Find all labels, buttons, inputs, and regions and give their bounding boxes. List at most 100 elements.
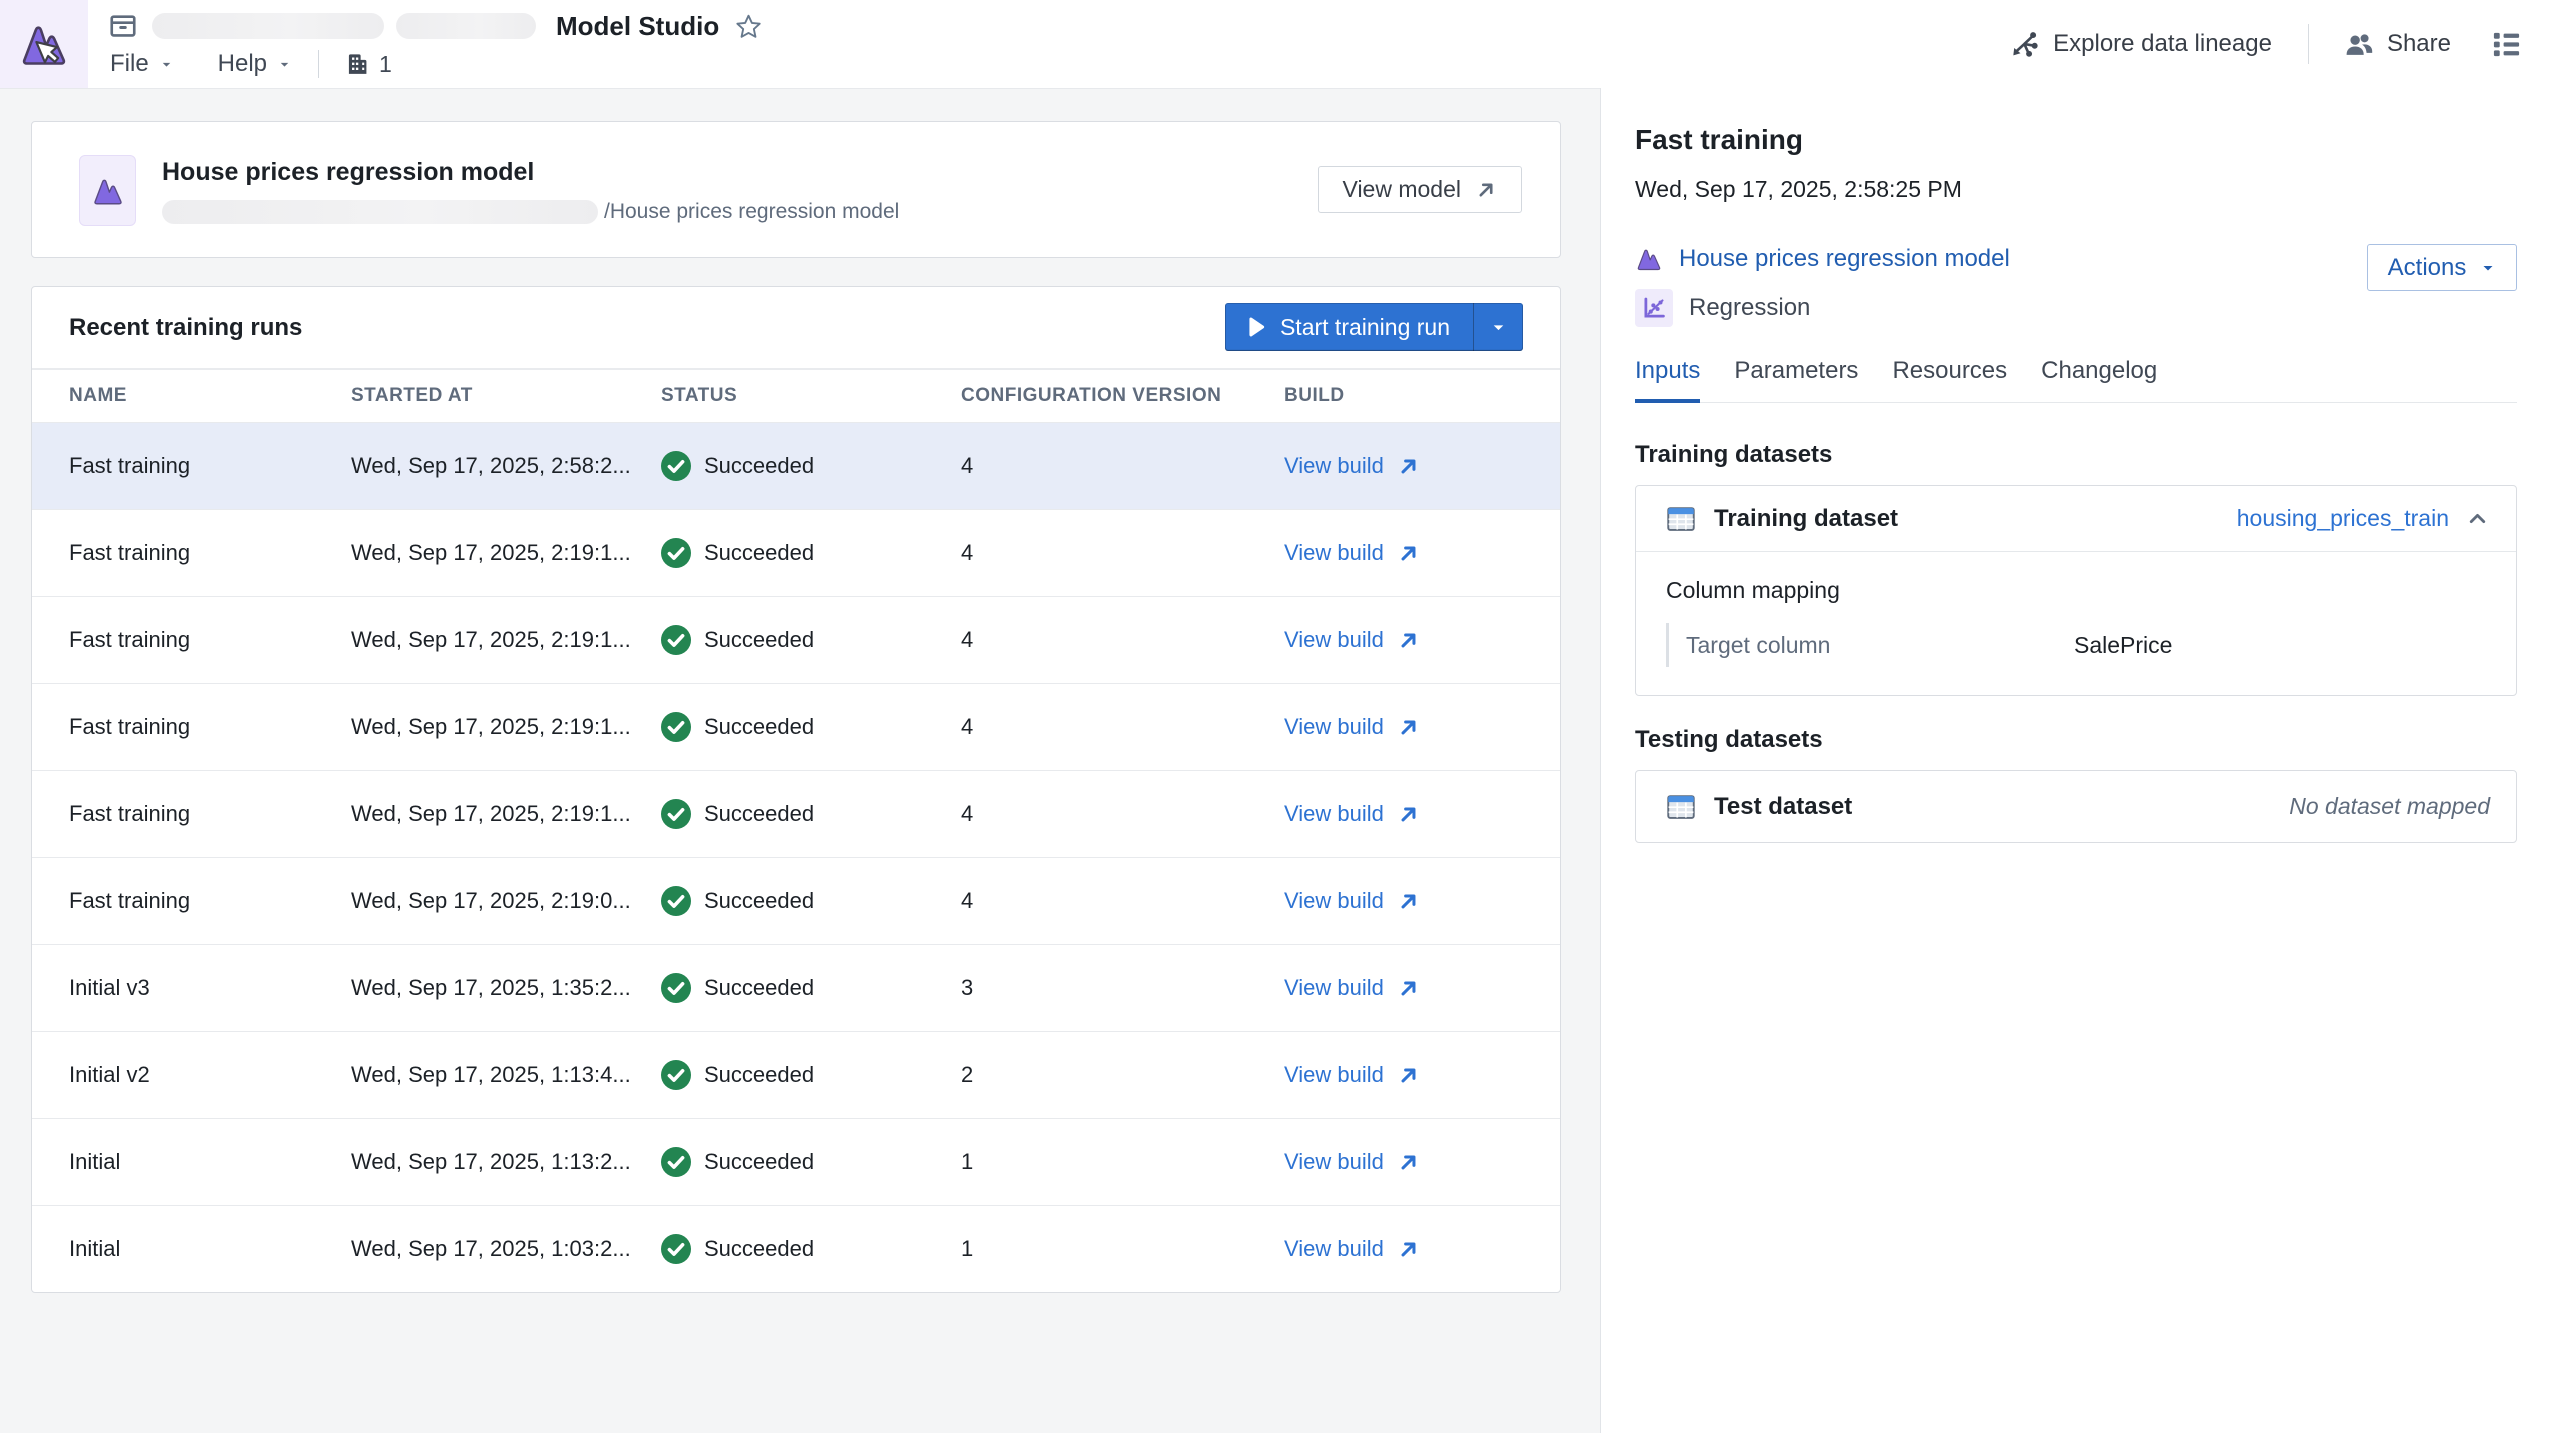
runs-header: Recent training runs Start training run — [32, 287, 1560, 368]
help-menu[interactable]: Help — [218, 50, 292, 78]
actions-button[interactable]: Actions — [2367, 244, 2517, 291]
model-link[interactable]: House prices regression model — [1679, 245, 2010, 273]
run-status: Succeeded — [661, 1234, 961, 1264]
box-icon — [108, 11, 138, 41]
table-row[interactable]: Fast training Wed, Sep 17, 2025, 2:58:2.… — [32, 422, 1560, 509]
view-build-link[interactable]: View build — [1284, 453, 1420, 479]
arrow-top-right-icon — [1397, 542, 1420, 565]
office-icon — [345, 52, 370, 77]
target-column-value: SalePrice — [2074, 632, 2172, 659]
view-build-link[interactable]: View build — [1284, 1062, 1420, 1088]
success-check-icon — [661, 973, 691, 1003]
run-started-at: Wed, Sep 17, 2025, 2:19:1... — [351, 801, 661, 827]
model-title: House prices regression model — [162, 158, 534, 187]
explore-data-lineage-button[interactable]: Explore data lineage — [2010, 30, 2272, 58]
run-name: Fast training — [69, 801, 351, 827]
table-row[interactable]: Initial Wed, Sep 17, 2025, 1:13:2... Suc… — [32, 1118, 1560, 1205]
run-status: Succeeded — [661, 886, 961, 916]
table-row[interactable]: Initial v2 Wed, Sep 17, 2025, 1:13:4... … — [32, 1031, 1560, 1118]
view-model-button[interactable]: View model — [1318, 166, 1522, 213]
run-started-at: Wed, Sep 17, 2025, 2:19:1... — [351, 540, 661, 566]
model-mountain-icon — [1635, 245, 1663, 273]
table-row[interactable]: Fast training Wed, Sep 17, 2025, 2:19:1.… — [32, 509, 1560, 596]
tab-resources[interactable]: Resources — [1892, 357, 2007, 403]
model-type-row: Regression — [1635, 289, 2517, 327]
caret-down-icon — [1490, 319, 1507, 336]
run-status: Succeeded — [661, 625, 961, 655]
arrow-top-right-icon — [1397, 1151, 1420, 1174]
run-status: Succeeded — [661, 973, 961, 1003]
breadcrumb: Model Studio — [108, 8, 762, 44]
success-check-icon — [661, 1147, 691, 1177]
app-logo[interactable] — [0, 0, 88, 88]
run-name: Fast training — [69, 714, 351, 740]
view-build-link[interactable]: View build — [1284, 888, 1420, 914]
arrow-top-right-icon — [1397, 629, 1420, 652]
overflow-menu-button[interactable] — [2491, 29, 2522, 60]
model-mountain-icon — [91, 174, 125, 208]
model-path-suffix: /House prices regression model — [604, 200, 899, 224]
training-dataset-name-link[interactable]: housing_prices_train — [2237, 505, 2449, 532]
regression-icon-tile — [1635, 289, 1673, 327]
success-check-icon — [661, 1234, 691, 1264]
view-build-link[interactable]: View build — [1284, 714, 1420, 740]
caret-down-icon — [2480, 260, 2496, 276]
arrow-top-right-icon — [1397, 890, 1420, 913]
success-check-icon — [661, 712, 691, 742]
view-build-link[interactable]: View build — [1284, 1149, 1420, 1175]
column-header-status: STATUS — [661, 385, 961, 407]
column-header-name: NAME — [69, 385, 351, 407]
view-build-link[interactable]: View build — [1284, 975, 1420, 1001]
run-name: Fast training — [69, 540, 351, 566]
status-label: Succeeded — [704, 1062, 814, 1088]
regression-icon — [1641, 295, 1667, 321]
table-row[interactable]: Fast training Wed, Sep 17, 2025, 2:19:1.… — [32, 683, 1560, 770]
table-row[interactable]: Fast training Wed, Sep 17, 2025, 2:19:0.… — [32, 857, 1560, 944]
table-row[interactable]: Initial Wed, Sep 17, 2025, 1:03:2... Suc… — [32, 1205, 1560, 1292]
table-row[interactable]: Initial v3 Wed, Sep 17, 2025, 1:35:2... … — [32, 944, 1560, 1031]
play-icon — [1248, 317, 1265, 337]
run-name: Fast training — [69, 627, 351, 653]
runs-table-header: NAME STARTED AT STATUS CONFIGURATION VER… — [32, 368, 1560, 422]
training-dataset-label: Training dataset — [1714, 505, 1898, 533]
branch-selector[interactable]: 1 — [345, 51, 392, 78]
arrow-top-right-icon — [1397, 977, 1420, 1000]
model-path: /House prices regression model — [162, 199, 899, 225]
caret-down-icon — [277, 57, 292, 72]
view-build-link[interactable]: View build — [1284, 801, 1420, 827]
run-name: Initial v2 — [69, 1062, 351, 1088]
tab-changelog[interactable]: Changelog — [2041, 357, 2157, 403]
run-status: Succeeded — [661, 1060, 961, 1090]
redacted-folder-name — [396, 13, 536, 39]
status-label: Succeeded — [704, 801, 814, 827]
arrow-top-right-icon — [1397, 1064, 1420, 1087]
star-icon[interactable] — [735, 13, 762, 40]
chevron-up-icon[interactable] — [2465, 506, 2490, 531]
view-build-link[interactable]: View build — [1284, 540, 1420, 566]
file-menu[interactable]: File — [110, 50, 174, 78]
view-build-link[interactable]: View build — [1284, 627, 1420, 653]
view-build-link[interactable]: View build — [1284, 1236, 1420, 1262]
tab-parameters[interactable]: Parameters — [1734, 357, 1858, 403]
redacted-path — [162, 200, 598, 224]
arrow-top-right-icon — [1475, 179, 1497, 201]
column-header-configuration-version: CONFIGURATION VERSION — [961, 385, 1284, 407]
start-training-run-dropdown[interactable] — [1474, 303, 1523, 351]
model-summary-card: House prices regression model /House pri… — [31, 121, 1561, 258]
column-mapping-label: Column mapping — [1666, 577, 2486, 604]
top-bar-actions: Explore data lineage Share — [2010, 22, 2522, 66]
share-button[interactable]: Share — [2345, 30, 2451, 59]
tab-inputs[interactable]: Inputs — [1635, 357, 1700, 403]
test-dataset-label: Test dataset — [1714, 793, 1852, 821]
status-label: Succeeded — [704, 1149, 814, 1175]
table-row[interactable]: Fast training Wed, Sep 17, 2025, 2:19:1.… — [32, 596, 1560, 683]
training-dataset-header[interactable]: Training dataset housing_prices_train — [1636, 486, 2516, 551]
column-header-build: BUILD — [1284, 385, 1560, 407]
detail-tabs: Inputs Parameters Resources Changelog — [1635, 357, 2517, 403]
table-row[interactable]: Fast training Wed, Sep 17, 2025, 2:19:1.… — [32, 770, 1560, 857]
success-check-icon — [661, 886, 691, 916]
test-dataset-header[interactable]: Test dataset No dataset mapped — [1636, 771, 2516, 842]
start-training-run-button[interactable]: Start training run — [1225, 303, 1473, 351]
run-started-at: Wed, Sep 17, 2025, 1:13:4... — [351, 1062, 661, 1088]
run-name: Initial v3 — [69, 975, 351, 1001]
